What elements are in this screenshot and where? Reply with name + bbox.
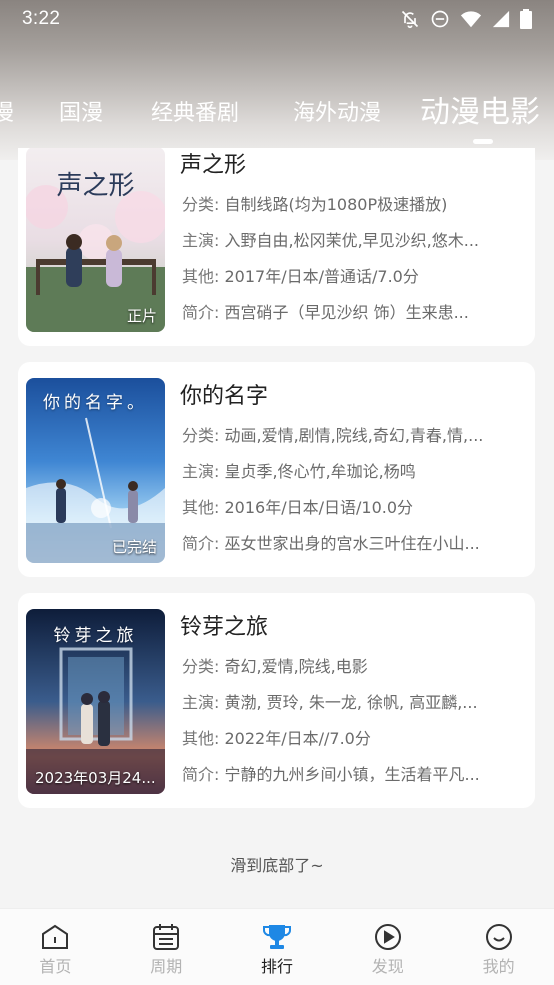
- end-of-list-text: 滑到底部了~: [230, 856, 324, 875]
- info-intro: 简介: 巫女世家出身的宫水三叶住在小山...: [182, 530, 528, 554]
- nav-discover[interactable]: 发现: [332, 909, 443, 985]
- movie-title: 声之形: [180, 153, 247, 178]
- info-label: 主演:: [182, 693, 220, 712]
- nav-schedule[interactable]: 周期: [111, 909, 222, 985]
- bottom-nav: 首页 周期 排行 发现 我的: [0, 908, 554, 985]
- status-badge: 已完结: [111, 538, 157, 556]
- info-other: 其他: 2016年/日本/日语/10.0分: [182, 494, 528, 518]
- poster-title-text: 你的名字。: [43, 393, 148, 413]
- movie-title: 铃芽之旅: [180, 615, 269, 640]
- info-other: 其他: 2017年/日本/普通话/7.0分: [182, 263, 528, 287]
- info-value: 西宫硝子（早见沙织 饰）生来患...: [224, 303, 469, 322]
- status-badge: 正片: [126, 307, 157, 325]
- nav-label: 周期: [150, 957, 183, 976]
- info-label: 简介:: [182, 765, 220, 784]
- info-value: 奇幻,爱情,院线,电影: [224, 657, 368, 676]
- tab-overseas-anime[interactable]: 海外动漫: [293, 88, 381, 144]
- calendar-icon: [151, 923, 181, 953]
- info-value: 自制线路(均为1080P极速播放): [224, 195, 448, 214]
- info-intro: 简介: 西宫硝子（早见沙织 饰）生来患...: [182, 299, 528, 323]
- info-value: 2022年/日本//7.0分: [224, 729, 371, 748]
- movie-title: 你的名字: [180, 384, 269, 409]
- poster-image[interactable]: 你的名字。 已完结: [26, 378, 165, 563]
- info-label: 分类:: [182, 657, 220, 676]
- info-intro: 简介: 宁静的九州乡间小镇，生活着平凡...: [182, 761, 528, 785]
- nav-label: 我的: [482, 957, 515, 976]
- info-label: 简介:: [182, 303, 220, 322]
- info-label: 分类:: [182, 195, 220, 214]
- info-label: 分类:: [182, 426, 220, 445]
- nav-home[interactable]: 首页: [0, 909, 111, 985]
- info-value: 皇贞季,佟心竹,牟珈论,杨鸣: [224, 462, 416, 481]
- do-not-disturb-icon: [430, 9, 450, 29]
- info-label: 主演:: [182, 462, 220, 481]
- nav-ranking[interactable]: 排行: [222, 909, 333, 985]
- info-label: 其他:: [182, 498, 220, 517]
- tab-classic-series[interactable]: 经典番剧: [151, 88, 239, 144]
- nav-profile[interactable]: 我的: [443, 909, 554, 985]
- info-category: 分类: 动画,爱情,剧情,院线,奇幻,青春,情,...: [182, 422, 528, 446]
- poster-title-text: 铃芽之旅: [53, 626, 138, 646]
- tab-anime-movies[interactable]: 动漫电影: [420, 88, 540, 144]
- list-item[interactable]: 声之形 正片 声之形 分类: 自制线路(均为1080P极速播放) 主演: 入野自…: [18, 148, 535, 346]
- info-cast: 主演: 黄渤, 贾玲, 朱一龙, 徐帆, 高亚麟,...: [182, 689, 528, 713]
- info-value: 巫女世家出身的宫水三叶住在小山...: [224, 534, 480, 553]
- status-icons: [400, 9, 532, 29]
- movie-list: 声之形 正片 声之形 分类: 自制线路(均为1080P极速播放) 主演: 入野自…: [0, 148, 554, 908]
- tab-manhua[interactable]: 漫: [0, 88, 14, 144]
- info-other: 其他: 2022年/日本//7.0分: [182, 725, 528, 749]
- info-value: 宁静的九州乡间小镇，生活着平凡...: [224, 765, 480, 784]
- info-value: 入野自由,松冈茉优,早见沙织,悠木...: [224, 231, 480, 250]
- poster-title-text: 声之形: [56, 171, 135, 201]
- category-tabs: 漫 国漫 经典番剧 海外动漫 动漫电影: [0, 88, 554, 144]
- poster-image[interactable]: 声之形 正片: [26, 148, 165, 332]
- info-value: 动画,爱情,剧情,院线,奇幻,青春,情,...: [224, 426, 484, 445]
- info-value: 2016年/日本/日语/10.0分: [224, 498, 414, 517]
- info-category: 分类: 奇幻,爱情,院线,电影: [182, 653, 528, 677]
- info-label: 主演:: [182, 231, 220, 250]
- info-category: 分类: 自制线路(均为1080P极速播放): [182, 191, 528, 215]
- nav-label: 排行: [260, 957, 293, 976]
- wifi-icon: [460, 9, 482, 29]
- list-item[interactable]: 铃芽之旅 2023年03月24... 铃芽之旅 分类: 奇幻,爱情,院线,电影 …: [18, 593, 535, 808]
- smile-icon: [484, 923, 514, 953]
- battery-icon: [520, 9, 532, 29]
- info-cast: 主演: 入野自由,松冈茉优,早见沙织,悠木...: [182, 227, 528, 251]
- tab-indicator: [473, 139, 493, 144]
- status-time: 3:22: [22, 8, 61, 29]
- play-circle-icon: [373, 923, 403, 953]
- signal-icon: [492, 10, 510, 28]
- info-value: 2017年/日本/普通话/7.0分: [224, 267, 419, 286]
- info-label: 其他:: [182, 267, 220, 286]
- info-cast: 主演: 皇贞季,佟心竹,牟珈论,杨鸣: [182, 458, 528, 482]
- release-date-badge: 2023年03月24...: [35, 769, 156, 787]
- nav-label: 首页: [39, 957, 72, 976]
- list-item[interactable]: 你的名字。 已完结 你的名字 分类: 动画,爱情,剧情,院线,奇幻,青春,情,.…: [18, 362, 535, 577]
- trophy-icon: [262, 923, 292, 953]
- info-value: 黄渤, 贾玲, 朱一龙, 徐帆, 高亚麟,...: [224, 693, 478, 712]
- info-label: 其他:: [182, 729, 220, 748]
- info-label: 简介:: [182, 534, 220, 553]
- bell-off-icon: [400, 9, 420, 29]
- poster-image[interactable]: 铃芽之旅 2023年03月24...: [26, 609, 165, 794]
- status-bar: 3:22: [0, 0, 554, 38]
- nav-label: 发现: [371, 957, 404, 976]
- home-icon: [40, 923, 70, 953]
- tab-guoman[interactable]: 国漫: [59, 88, 103, 144]
